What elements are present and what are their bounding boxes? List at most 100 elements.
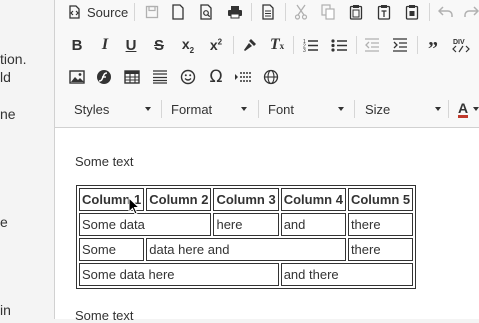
table-cell[interactable]: there: [347, 213, 414, 236]
bulleted-list-icon: [331, 39, 347, 52]
styles-dropdown[interactable]: Styles: [74, 97, 151, 121]
paste-word-icon: [405, 5, 419, 20]
table-cell[interactable]: Some: [79, 238, 145, 261]
smiley-button[interactable]: [179, 65, 197, 89]
subscript-icon: x2: [181, 35, 195, 55]
size-label: Size: [365, 101, 391, 117]
separator: [251, 3, 252, 21]
page-text-fragment: tion.: [0, 51, 27, 67]
iframe-button[interactable]: [262, 65, 280, 89]
page-text-fragment: in: [0, 302, 11, 318]
iframe-icon: [263, 69, 279, 85]
table-cell[interactable]: and: [280, 213, 346, 236]
toolbar-row-basicstyles: B I U S x2 x2 Tx 123 ” DIV: [55, 33, 479, 61]
chevron-down-icon: [241, 107, 247, 111]
paragraph: Some text: [75, 308, 134, 323]
table-header-cell[interactable]: Column 5: [347, 188, 414, 211]
templates-button[interactable]: [259, 0, 277, 24]
table-header-cell[interactable]: Column 4: [280, 188, 346, 211]
cut-icon: [294, 4, 308, 20]
paste-text-icon: [377, 5, 391, 20]
table-header-cell[interactable]: Column 2: [146, 188, 212, 211]
paste-button[interactable]: [347, 0, 365, 24]
table-cell[interactable]: data here and: [146, 238, 346, 261]
table-icon: [124, 70, 140, 84]
undo-button[interactable]: [437, 0, 455, 24]
smiley-icon: [180, 69, 196, 85]
page-break-icon: [235, 72, 251, 82]
redo-icon: [464, 6, 479, 17]
copy-format-icon: [244, 39, 256, 51]
flash-icon: [97, 70, 111, 84]
underline-button[interactable]: U: [123, 33, 139, 57]
chevron-down-icon: [435, 107, 441, 111]
remove-format-button[interactable]: Tx: [267, 33, 287, 57]
preview-button[interactable]: [197, 0, 215, 24]
numbered-list-button[interactable]: 123: [302, 33, 320, 57]
image-button[interactable]: [68, 65, 86, 89]
strikethrough-button[interactable]: S: [151, 33, 167, 57]
source-icon: [67, 5, 81, 19]
preview-icon: [200, 4, 212, 20]
italic-button[interactable]: I: [97, 33, 113, 57]
text-color-button[interactable]: A: [458, 97, 479, 121]
superscript-icon: x2: [209, 37, 223, 53]
paste-word-button[interactable]: [403, 0, 421, 24]
copy-icon: [321, 4, 335, 20]
size-dropdown[interactable]: Size: [365, 97, 441, 121]
save-button[interactable]: [143, 0, 161, 24]
font-dropdown[interactable]: Font: [268, 97, 344, 121]
undo-icon: [438, 6, 453, 17]
table-button[interactable]: [123, 65, 141, 89]
horizontal-line-icon: [153, 70, 167, 84]
page-break-button[interactable]: [233, 65, 253, 89]
blockquote-button[interactable]: ”: [424, 33, 442, 60]
text-color-icon: A: [458, 99, 469, 118]
cut-button[interactable]: [292, 0, 310, 24]
horizontal-line-button[interactable]: [151, 65, 169, 89]
flash-button[interactable]: [95, 65, 113, 89]
increase-indent-button[interactable]: [391, 33, 409, 57]
separator: [429, 3, 430, 21]
new-page-icon: [172, 4, 184, 20]
copy-button[interactable]: [319, 0, 337, 24]
separator: [417, 36, 418, 54]
decrease-indent-button[interactable]: [363, 33, 381, 57]
table-cell[interactable]: and there: [280, 263, 414, 286]
paste-icon: [349, 5, 363, 20]
copy-format-button[interactable]: [241, 33, 259, 57]
special-char-icon: Ω: [209, 67, 223, 87]
div-button[interactable]: DIV: [451, 33, 471, 57]
rich-text-editor: Source B I U S x2 x2 Tx 1 2 3 ” DIV Ω St…: [55, 0, 479, 323]
table-cell[interactable]: Some data: [79, 213, 212, 236]
paste-text-button[interactable]: [375, 0, 393, 24]
editor-content[interactable]: Some text Column 1 Column 2 Column 3 Col…: [55, 129, 479, 323]
underline-icon: U: [125, 36, 137, 54]
print-button[interactable]: [225, 0, 245, 24]
subscript-button[interactable]: x2: [179, 33, 197, 57]
format-dropdown[interactable]: Format: [171, 97, 247, 121]
table-cell[interactable]: there: [347, 238, 414, 261]
separator: [233, 36, 234, 54]
editor-toolbar: Source B I U S x2 x2 Tx 1 2 3 ” DIV Ω St…: [55, 0, 479, 128]
bulleted-list-button[interactable]: [330, 33, 348, 57]
blockquote-icon: ”: [428, 37, 438, 60]
bold-button[interactable]: B: [69, 33, 85, 57]
new-page-button[interactable]: [169, 0, 187, 24]
toolbar-row-styles: Styles Format Font Size A: [55, 97, 479, 125]
increase-indent-icon: [393, 38, 407, 52]
italic-icon: I: [101, 36, 109, 53]
table-header-cell[interactable]: Column 3: [213, 188, 279, 211]
separator: [356, 36, 357, 54]
superscript-button[interactable]: x2: [207, 33, 225, 57]
page-text-fragment: ne: [0, 106, 16, 122]
separator: [258, 100, 259, 118]
source-button[interactable]: Source: [67, 0, 129, 24]
special-char-button[interactable]: Ω: [207, 65, 225, 89]
font-label: Font: [268, 101, 295, 117]
table-cell[interactable]: Some data here: [79, 263, 279, 286]
background-page: tion. ld ne e in: [0, 0, 54, 319]
table-cell[interactable]: here: [213, 213, 279, 236]
remove-format-icon: Tx: [269, 36, 285, 53]
redo-button[interactable]: [463, 0, 479, 24]
